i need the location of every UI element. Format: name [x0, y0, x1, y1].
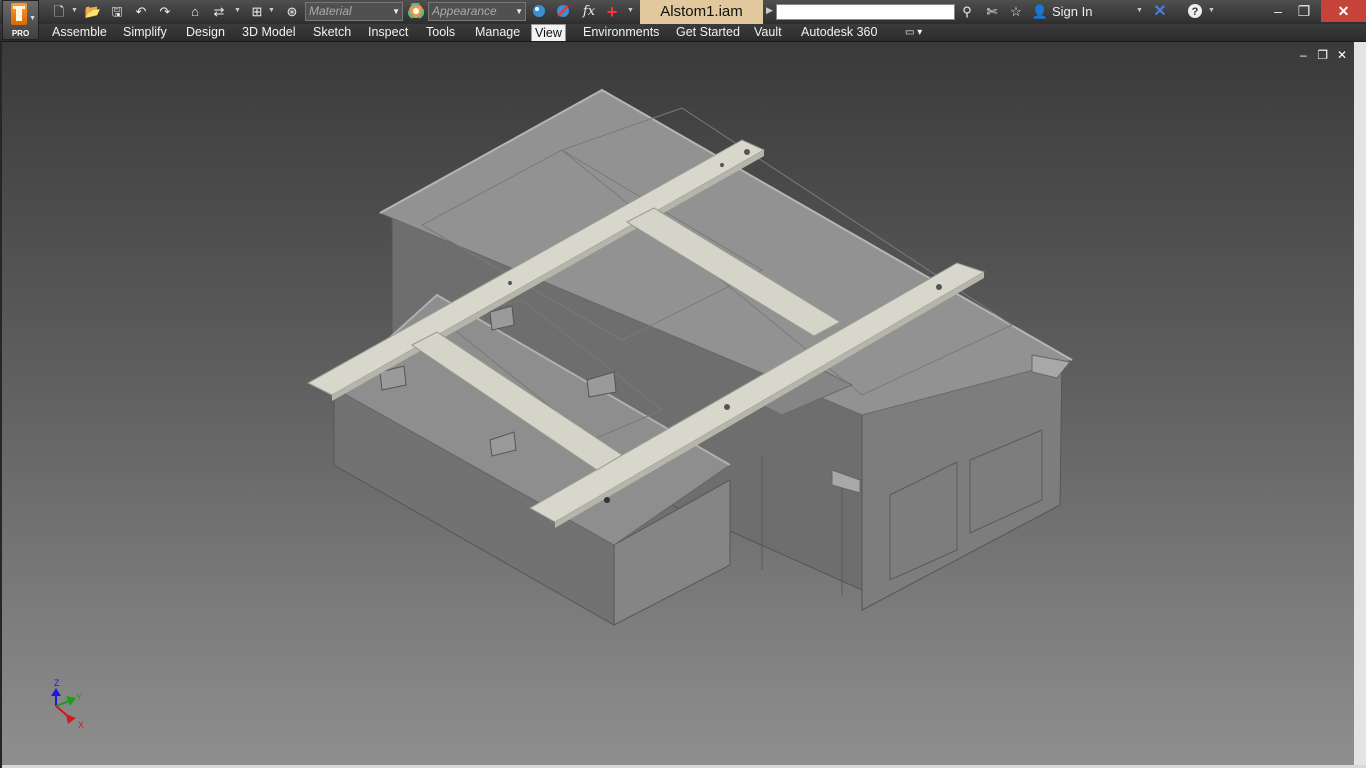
close-window-button[interactable]: ✕ [1321, 0, 1366, 22]
chevron-down-icon: ▼ [515, 7, 523, 16]
tab-autodesk-360[interactable]: Autodesk 360 [798, 24, 880, 41]
user-icon[interactable]: 👤 [1031, 3, 1049, 21]
tab-vault[interactable]: Vault [751, 24, 785, 41]
minimize-window-icon[interactable]: – [1266, 0, 1290, 22]
favorites-star-icon[interactable]: ☆ [1007, 3, 1025, 21]
document-title: Alstom1.iam [640, 0, 763, 24]
color-override-icon[interactable]: ⊛ [283, 3, 301, 21]
material-combo-value: Material [309, 4, 352, 18]
parameters-fx-icon[interactable]: fx [580, 3, 598, 21]
open-folder-icon[interactable]: 📂 [84, 3, 102, 21]
tab-inspect[interactable]: Inspect [365, 24, 411, 41]
sign-in-link[interactable]: Sign In [1052, 4, 1092, 19]
save-icon[interactable]: 🖫 [108, 3, 126, 21]
chevron-down-icon: ▼ [392, 7, 400, 16]
z-axis-arrow-icon [51, 688, 61, 696]
select-dropdown-icon[interactable]: ▼ [268, 7, 275, 14]
exchange-apps-icon[interactable]: ✕ [1151, 3, 1169, 21]
new-dropdown-icon[interactable]: ▼ [71, 7, 78, 14]
ribbon-tab-bar: Assemble Simplify Design 3D Model Sketch… [0, 24, 1366, 42]
redo-icon[interactable]: ↷ [156, 3, 174, 21]
material-combo[interactable]: Material ▼ [305, 2, 403, 21]
assembly-model[interactable] [2, 42, 1352, 768]
add-plus-icon[interactable]: + [603, 3, 621, 21]
restore-window-icon[interactable]: ❐ [1292, 0, 1316, 22]
new-file-icon[interactable]: 🗋 [50, 3, 68, 21]
svg-text:?: ? [1192, 6, 1199, 18]
triad-y-label: Y [76, 692, 82, 702]
tab-tools[interactable]: Tools [423, 24, 458, 41]
edition-badge: PRO [11, 29, 30, 38]
viewport-window-controls: – ❐ ✕ [1295, 48, 1350, 62]
help-search-input[interactable] [776, 4, 955, 20]
appearance-combo-value: Appearance [432, 4, 497, 18]
chevron-down-icon: ▼ [29, 15, 36, 22]
undo-icon[interactable]: ↶ [132, 3, 150, 21]
appearance-wheel-icon[interactable] [407, 2, 425, 21]
ribbon-display-toggle-icon[interactable]: ▭ ▾ [902, 24, 925, 41]
triad-x-label: X [78, 720, 84, 730]
tab-simplify[interactable]: Simplify [120, 24, 170, 41]
subscription-center-icon[interactable]: ✄ [983, 3, 1001, 21]
coordinate-triad: Z Y X [51, 678, 84, 730]
appearance-combo[interactable]: Appearance ▼ [428, 2, 526, 21]
tab-design[interactable]: Design [183, 24, 228, 41]
graphics-viewport[interactable]: – ❐ ✕ Z Y X [0, 42, 1366, 768]
tab-view[interactable]: View [531, 24, 566, 41]
clear-appearance-icon[interactable] [554, 3, 572, 21]
viewport-minimize-icon[interactable]: – [1295, 48, 1311, 62]
x-axis-arrow-icon [66, 714, 76, 724]
quick-access-toolbar: PRO ▼ 🗋 ▼ 📂 🖫 ↶ ↷ ⌂ ⇄ ▼ ⊞ ▼ ⊛ Material ▼… [0, 0, 1366, 40]
customize-dropdown-icon[interactable]: ▼ [627, 7, 634, 14]
sign-in-dropdown-icon[interactable]: ▼ [1136, 7, 1143, 14]
adjust-appearance-icon[interactable] [530, 3, 548, 21]
binoculars-search-icon[interactable]: ⚲ [958, 3, 976, 21]
application-menu-button[interactable]: PRO ▼ [2, 0, 39, 40]
help-dropdown-icon[interactable]: ▼ [1208, 7, 1215, 14]
tab-manage[interactable]: Manage [472, 24, 523, 41]
tab-3d-model[interactable]: 3D Model [239, 24, 299, 41]
viewport-close-icon[interactable]: ✕ [1334, 48, 1350, 62]
tab-assemble[interactable]: Assemble [49, 24, 110, 41]
update-icon[interactable]: ⇄ [210, 3, 228, 21]
tab-sketch[interactable]: Sketch [310, 24, 354, 41]
select-filter-icon[interactable]: ⊞ [248, 3, 266, 21]
tab-environments[interactable]: Environments [580, 24, 662, 41]
search-expand-icon[interactable]: ▶ [766, 5, 773, 16]
home-view-icon[interactable]: ⌂ [186, 3, 204, 21]
help-icon[interactable]: ? [1186, 3, 1204, 21]
viewport-restore-icon[interactable]: ❐ [1315, 48, 1331, 62]
triad-z-label: Z [54, 678, 60, 688]
update-dropdown-icon[interactable]: ▼ [234, 7, 241, 14]
viewport-scrollbar[interactable] [1354, 42, 1366, 768]
inventor-logo-icon [11, 3, 27, 25]
tab-get-started[interactable]: Get Started [673, 24, 743, 41]
